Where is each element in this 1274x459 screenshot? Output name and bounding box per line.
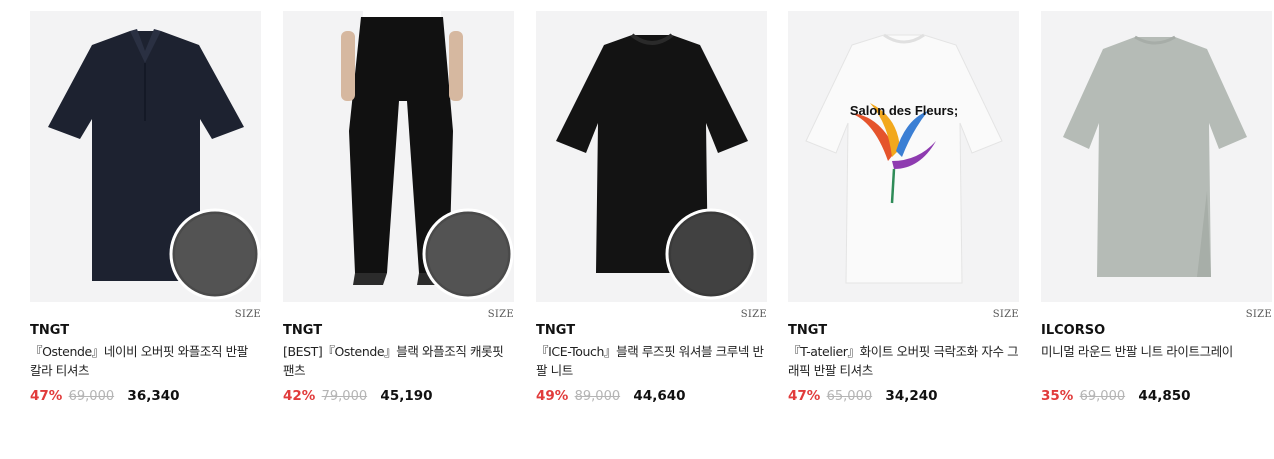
product-grid: SIZE TNGT 『Ostende』네이비 오버핏 와플조직 반팔 칼라 티셔…: [0, 0, 1274, 459]
size-tag[interactable]: SIZE: [741, 306, 767, 324]
product-image[interactable]: [30, 11, 261, 302]
size-tag[interactable]: SIZE: [993, 306, 1019, 324]
original-price: 69,000: [1079, 389, 1126, 404]
product-card[interactable]: Salon des Fleurs; SIZE TNGT 『T-atelier』화…: [788, 11, 1019, 406]
brand-name[interactable]: TNGT: [30, 323, 261, 339]
sale-price: 45,190: [380, 388, 433, 404]
white-graphic-tee-image: Salon des Fleurs;: [788, 11, 1019, 302]
product-image[interactable]: [283, 11, 514, 302]
brand-name[interactable]: TNGT: [788, 323, 1019, 339]
sale-price: 36,340: [127, 388, 180, 404]
price-row: 47% 69,000 36,340: [30, 387, 261, 406]
graphic-text: Salon des Fleurs;: [850, 103, 958, 118]
original-price: 65,000: [826, 389, 873, 404]
sale-price: 44,640: [633, 388, 686, 404]
price-row: 35% 69,000 44,850: [1041, 387, 1272, 406]
black-knit-image: [536, 11, 767, 302]
brand-name[interactable]: TNGT: [283, 323, 514, 339]
product-title[interactable]: 미니멀 라운드 반팔 니트 라이트그레이: [1041, 342, 1272, 380]
size-tag[interactable]: SIZE: [488, 306, 514, 324]
price-row: 47% 65,000 34,240: [788, 387, 1019, 406]
light-gray-knit-image: [1041, 11, 1272, 302]
black-pants-image: [283, 11, 514, 302]
size-tag[interactable]: SIZE: [1246, 306, 1272, 324]
sale-price: 44,850: [1138, 388, 1191, 404]
price-row: 42% 79,000 45,190: [283, 387, 514, 406]
product-title[interactable]: 『T-atelier』화이트 오버핏 극락조화 자수 그래픽 반팔 티셔츠: [788, 342, 1019, 380]
product-card[interactable]: SIZE TNGT [BEST]『Ostende』블랙 와플조직 캐롯핏 팬츠 …: [283, 11, 514, 406]
product-title[interactable]: 『ICE-Touch』블랙 루즈핏 워셔블 크루넥 반팔 니트: [536, 342, 767, 380]
size-tag[interactable]: SIZE: [235, 306, 261, 324]
price-row: 49% 89,000 44,640: [536, 387, 767, 406]
product-image[interactable]: Salon des Fleurs;: [788, 11, 1019, 302]
product-image[interactable]: [536, 11, 767, 302]
discount-rate: 47%: [788, 388, 821, 404]
original-price: 79,000: [321, 389, 368, 404]
original-price: 69,000: [68, 389, 115, 404]
original-price: 89,000: [574, 389, 621, 404]
product-card[interactable]: SIZE TNGT 『Ostende』네이비 오버핏 와플조직 반팔 칼라 티셔…: [30, 11, 261, 406]
product-title[interactable]: [BEST]『Ostende』블랙 와플조직 캐롯핏 팬츠: [283, 342, 514, 380]
navy-polo-image: [30, 11, 261, 302]
product-image[interactable]: [1041, 11, 1272, 302]
discount-rate: 49%: [536, 388, 569, 404]
product-title[interactable]: 『Ostende』네이비 오버핏 와플조직 반팔 칼라 티셔츠: [30, 342, 261, 380]
brand-name[interactable]: ILCORSO: [1041, 323, 1272, 339]
discount-rate: 42%: [283, 388, 316, 404]
product-card[interactable]: SIZE ILCORSO 미니멀 라운드 반팔 니트 라이트그레이 35% 69…: [1041, 11, 1272, 406]
discount-rate: 35%: [1041, 388, 1074, 404]
discount-rate: 47%: [30, 388, 63, 404]
product-card[interactable]: SIZE TNGT 『ICE-Touch』블랙 루즈핏 워셔블 크루넥 반팔 니…: [536, 11, 767, 406]
brand-name[interactable]: TNGT: [536, 323, 767, 339]
sale-price: 34,240: [885, 388, 938, 404]
